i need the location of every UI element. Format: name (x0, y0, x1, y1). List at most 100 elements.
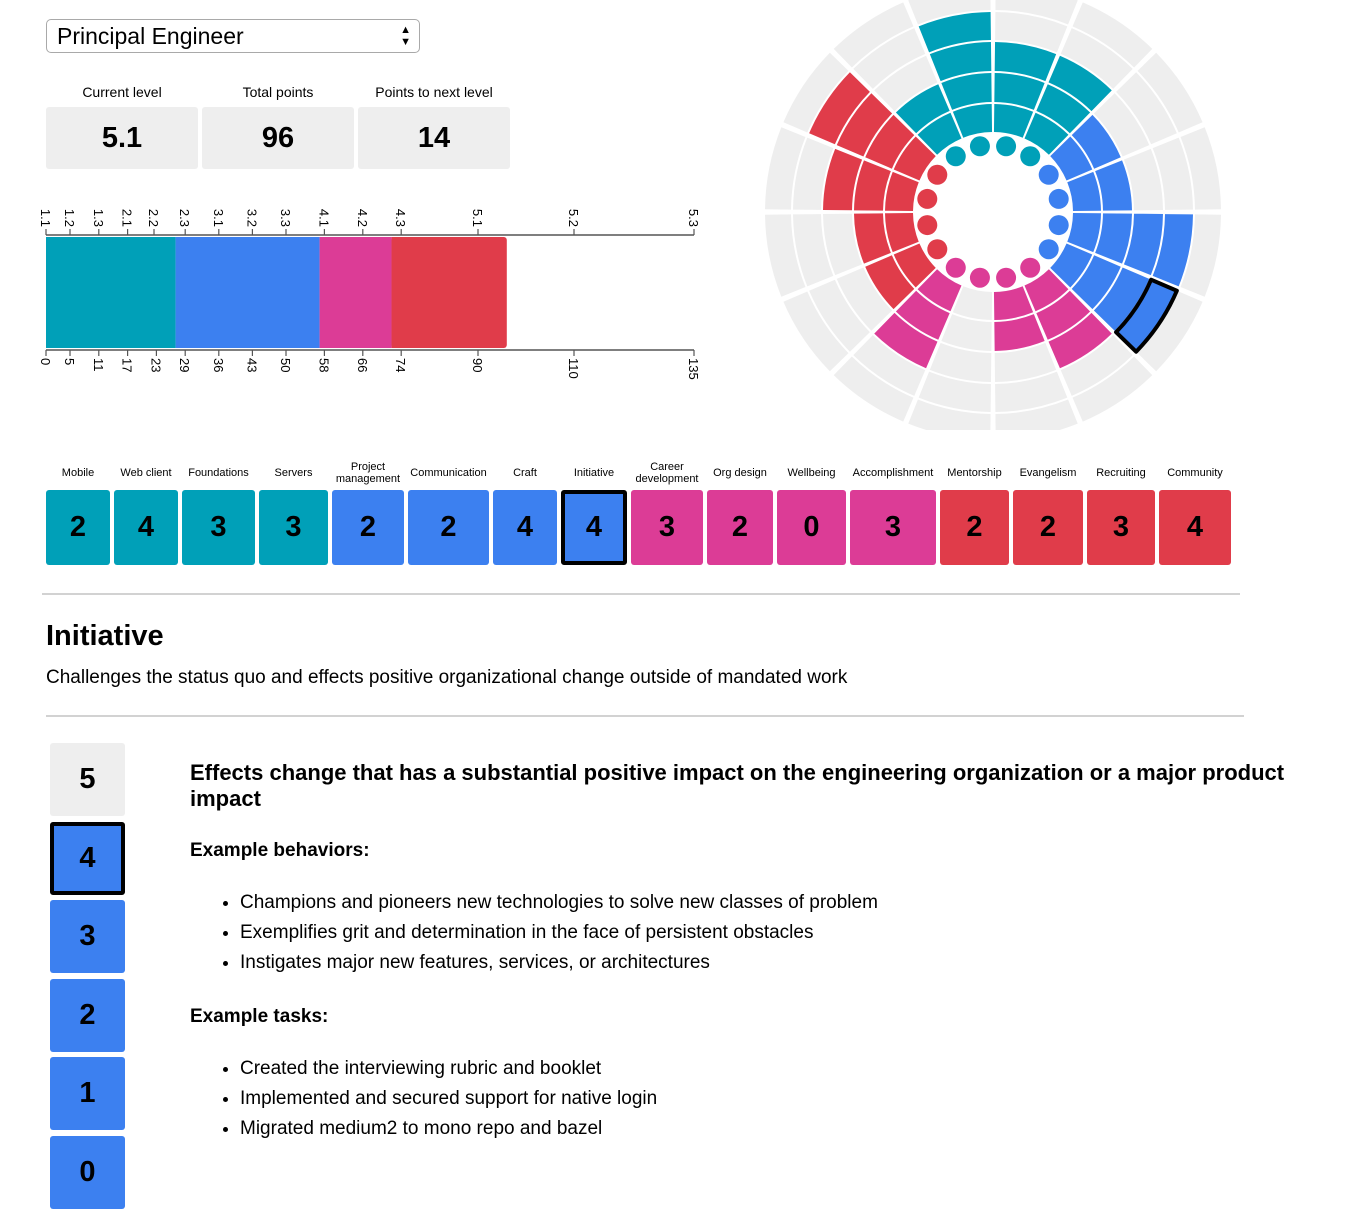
track-tile[interactable]: 3 (182, 490, 255, 565)
track-title: Initiative (46, 620, 164, 652)
wheel-segment[interactable] (1095, 160, 1132, 211)
bottom-tick-label: 58 (316, 358, 331, 372)
track-label: Recruiting (1096, 467, 1146, 479)
stat-value: 96 (202, 107, 354, 169)
bottom-tick-label: 17 (120, 358, 135, 372)
track-label: Wellbeing (787, 467, 836, 479)
bottom-tick-label: 43 (244, 358, 259, 372)
tasks-list: Created the interviewing rubric and book… (190, 1054, 657, 1144)
stat-label: Current level (82, 84, 162, 100)
track-tile[interactable]: 3 (259, 490, 328, 565)
wheel-dot[interactable] (927, 239, 948, 260)
bottom-tick-label: 50 (278, 358, 293, 372)
level-button[interactable]: 4 (50, 821, 125, 895)
track-label: Foundations (188, 467, 249, 479)
wheel-dot[interactable] (996, 136, 1017, 157)
tasks-heading: Example tasks: (190, 1006, 329, 1027)
track-label: Accomplishment (852, 467, 934, 479)
top-tick-label: 2.1 (120, 209, 135, 227)
stat-total-points: Total points 96 (202, 80, 354, 169)
track-tile[interactable]: 4 (493, 490, 557, 565)
task-item: Created the interviewing rubric and book… (240, 1054, 657, 1084)
track-label: Communication (410, 467, 487, 479)
select-arrows-icon: ▲ ▼ (400, 24, 411, 48)
level-button[interactable]: 5 (50, 743, 125, 816)
bottom-tick-label: 36 (211, 358, 226, 372)
bottom-tick-label: 23 (148, 358, 163, 372)
stat-label: Points to next level (375, 84, 493, 100)
bar-segment-teal (46, 237, 176, 348)
bottom-tick-label: 110 (566, 358, 581, 379)
milestone-detail: Effects change that has a substantial po… (190, 760, 1300, 1139)
points-bar-chart: 1.1 1.2 1.3 2.1 2.2 2.3 3.1 3.2 3.3 4.1 4.2 4.3 5.1 5… (38, 209, 701, 380)
top-tick-label: 4.1 (316, 209, 331, 227)
track-tile[interactable]: 4 (1159, 490, 1231, 565)
track-tile[interactable]: 4 (561, 490, 627, 565)
wheel-dot[interactable] (917, 215, 938, 236)
bar-segment-blue (175, 237, 320, 348)
wheel-dot[interactable] (969, 267, 990, 288)
wheel-dot[interactable] (996, 267, 1017, 288)
level-button[interactable]: 1 (50, 1057, 125, 1130)
wheel-segment[interactable] (854, 213, 891, 264)
stat-label: Total points (242, 84, 314, 100)
top-tick-label: 2.3 (177, 209, 192, 227)
wheel-segment[interactable] (1095, 213, 1132, 264)
bar-segment-fill (391, 237, 398, 348)
track-tile[interactable]: 4 (114, 490, 178, 565)
wheel-segment[interactable] (994, 73, 1045, 110)
wheel-dot[interactable] (1038, 239, 1059, 260)
title-select-value: Principal Engineer (57, 23, 244, 49)
track-tile[interactable]: 3 (1087, 490, 1155, 565)
stat-value: 5.1 (46, 107, 198, 169)
behavior-item: Champions and pioneers new technologies … (240, 888, 878, 918)
level-button[interactable]: 0 (50, 1135, 125, 1209)
task-item: Implemented and secured support for nati… (240, 1084, 657, 1114)
milestone-wheel-chart (765, 0, 1221, 430)
wheel-dot[interactable] (917, 188, 938, 209)
top-tick-label: 5.1 (470, 209, 485, 227)
track-label: Evangelism (1019, 467, 1077, 479)
track-tile[interactable]: 2 (940, 490, 1009, 565)
top-tick-label: 3.1 (211, 209, 226, 227)
behaviors-heading: Example behaviors: (190, 840, 370, 861)
level-button[interactable]: 3 (50, 900, 125, 973)
wheel-dot[interactable] (1020, 146, 1041, 167)
wheel-dot[interactable] (945, 257, 966, 278)
track-tile[interactable]: 3 (631, 490, 703, 565)
wheel-dot[interactable] (1020, 257, 1041, 278)
wheel-dot[interactable] (969, 136, 990, 157)
top-tick-label: 5.2 (566, 209, 581, 227)
wheel-segment[interactable] (941, 73, 992, 110)
track-tile[interactable]: 2 (46, 490, 110, 565)
wheel-dot[interactable] (945, 146, 966, 167)
track-tile[interactable]: 2 (408, 490, 489, 565)
track-label: Career development (635, 461, 699, 485)
wheel-dot[interactable] (1048, 188, 1069, 209)
divider (46, 715, 1244, 717)
top-tick-label: 5.3 (686, 209, 701, 227)
wheel-dot[interactable] (1038, 164, 1059, 185)
wheel-segment[interactable] (994, 314, 1045, 351)
behaviors-list: Champions and pioneers new technologies … (190, 888, 878, 978)
wheel-segment[interactable] (854, 160, 891, 211)
track-label: Servers (274, 467, 313, 479)
track-tile[interactable]: 2 (1013, 490, 1083, 565)
track-label: Project management (335, 461, 401, 485)
title-select[interactable]: Principal Engineer ▲ ▼ (46, 19, 420, 53)
track-label: Community (1167, 467, 1223, 479)
wheel-dot[interactable] (1048, 215, 1069, 236)
track-tile[interactable]: 2 (332, 490, 404, 565)
top-tick-label: 1.3 (91, 209, 106, 227)
track-tile[interactable]: 2 (707, 490, 773, 565)
track-tile[interactable]: 0 (777, 490, 846, 565)
track-label: Craft (513, 467, 537, 479)
bottom-tick-label: 0 (38, 358, 53, 365)
wheel-segment[interactable] (941, 314, 992, 351)
top-tick-label: 4.3 (393, 209, 408, 227)
track-tile[interactable]: 3 (850, 490, 936, 565)
level-button[interactable]: 2 (50, 978, 125, 1052)
bottom-tick-label: 29 (177, 358, 192, 372)
wheel-dot[interactable] (927, 164, 948, 185)
top-tick-label: 1.2 (62, 209, 77, 227)
